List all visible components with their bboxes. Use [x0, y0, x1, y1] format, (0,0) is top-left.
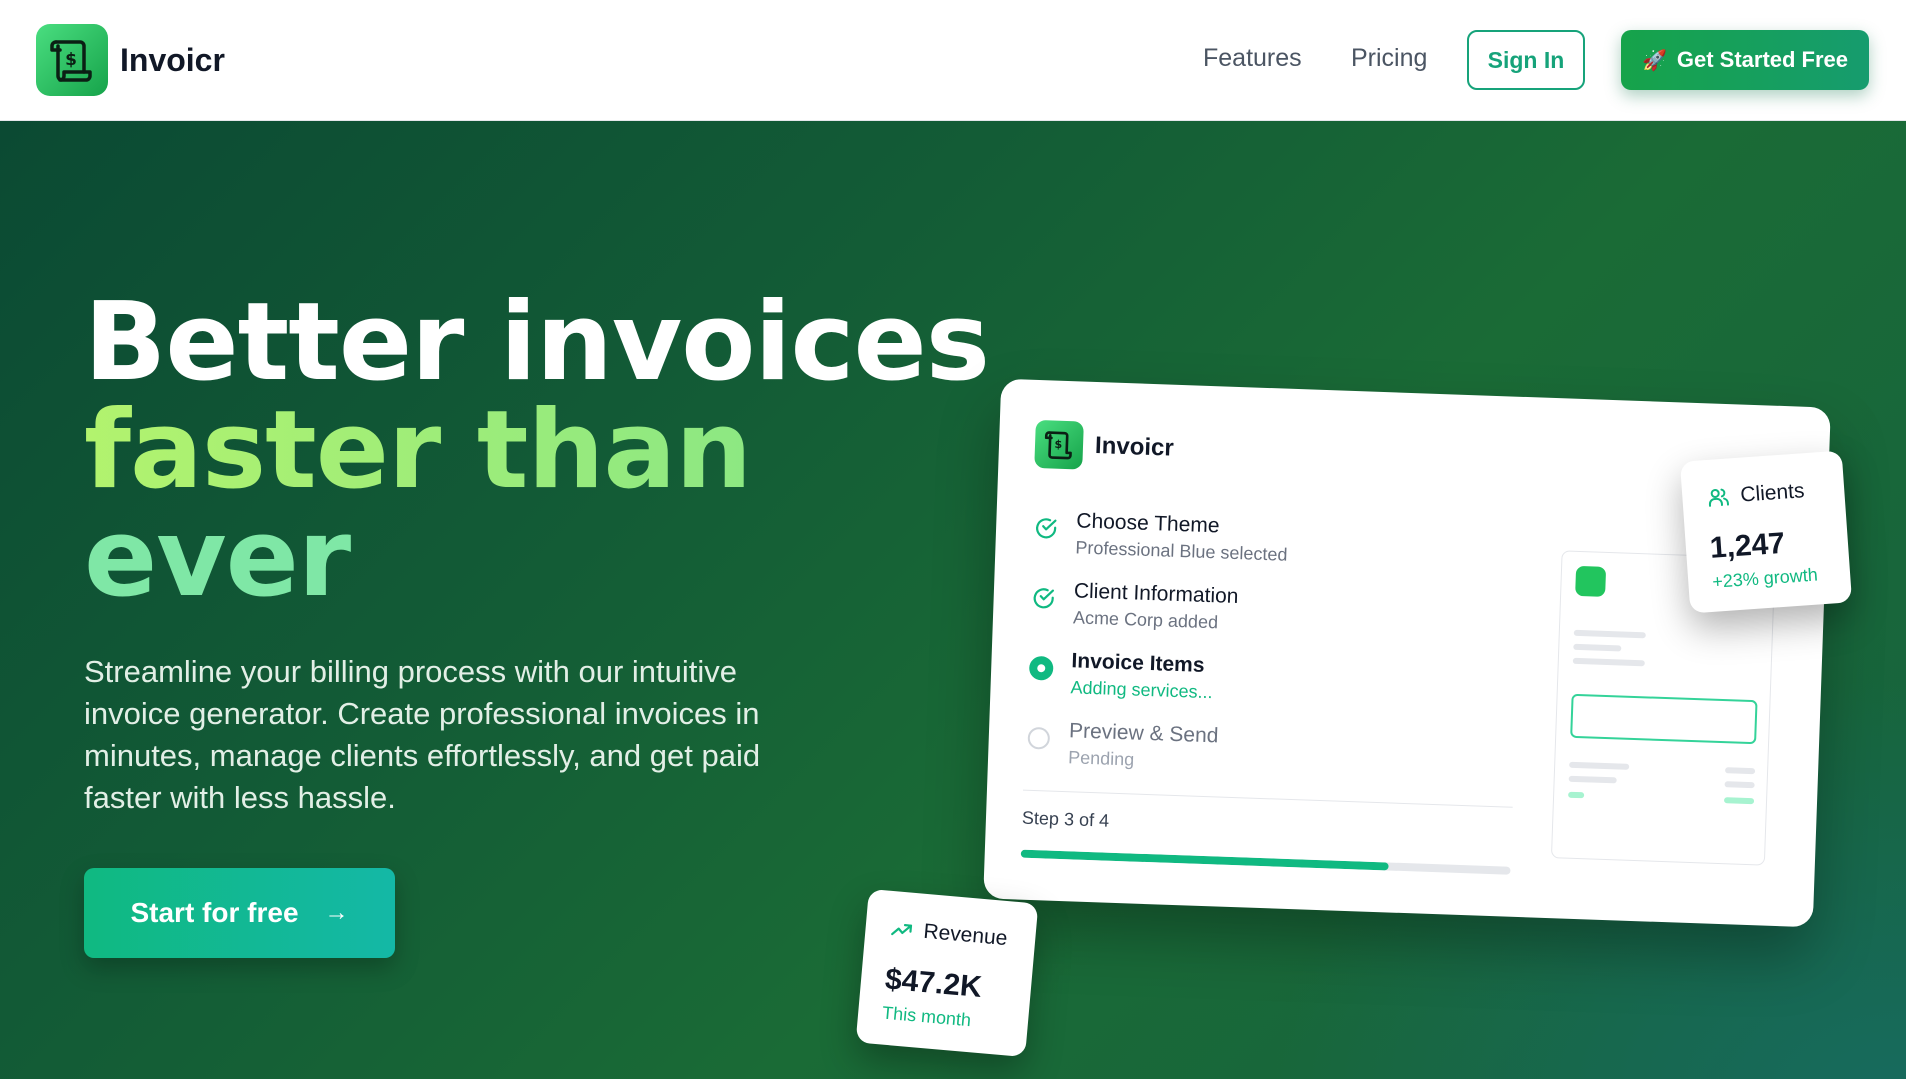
- svg-text:$: $: [65, 50, 77, 70]
- hero-subtitle: Streamline your billing process with our…: [84, 654, 761, 815]
- preview-line: [1724, 767, 1756, 775]
- step-preview-send: Preview & Send Pending: [1024, 718, 1219, 774]
- nav-link-pricing[interactable]: Pricing: [1351, 44, 1427, 73]
- mockup-brand: $ Invoicr: [1034, 419, 1175, 473]
- preview-line: [1724, 781, 1755, 789]
- start-for-free-label: Start for free: [130, 897, 299, 928]
- step-choose-theme: Choose Theme Professional Blue selected: [1031, 508, 1289, 566]
- get-started-label: Get Started Free: [1676, 47, 1849, 72]
- invoice-scroll-icon: $: [1034, 419, 1084, 470]
- divider: [1022, 789, 1513, 808]
- step-status: Acme Corp added: [1072, 607, 1219, 633]
- revenue-stat-card: Revenue $47.2K This month: [855, 888, 1039, 1058]
- headline-line-3: ever: [84, 496, 351, 621]
- users-icon: [1706, 484, 1732, 510]
- step-client-information: Client Information Acme Corp added: [1029, 578, 1239, 634]
- step-invoice-items: Invoice Items Adding services...: [1026, 648, 1214, 703]
- revenue-value: $47.2K: [883, 962, 984, 1005]
- brand[interactable]: $ Invoicr: [36, 24, 225, 96]
- preview-line: [1568, 775, 1617, 784]
- step-status: Adding services...: [1070, 677, 1213, 703]
- svg-text:$: $: [1054, 438, 1062, 451]
- step-title: Preview & Send: [1068, 719, 1219, 748]
- trending-up-icon: [889, 917, 915, 943]
- hero-section: Better invoices faster than ever Streaml…: [0, 121, 1906, 1079]
- invoice-scroll-icon: $: [36, 24, 108, 96]
- preview-logo: [1575, 565, 1607, 597]
- clients-stat-header: Clients: [1706, 479, 1806, 510]
- clients-growth: +23% growth: [1711, 564, 1819, 592]
- mockup-brand-name: Invoicr: [1094, 431, 1175, 462]
- arrow-right-icon: →: [324, 899, 349, 926]
- step-title: Invoice Items: [1071, 649, 1205, 677]
- clients-value: 1,247: [1708, 526, 1787, 565]
- preview-line: [1573, 629, 1646, 639]
- hero-headline: Better invoices faster than ever: [84, 280, 990, 621]
- nav-link-features[interactable]: Features: [1203, 44, 1302, 73]
- step-status: Pending: [1067, 747, 1135, 770]
- empty-circle-icon: [1024, 724, 1053, 753]
- headline-line-1: Better invoices: [84, 280, 990, 405]
- check-circle-icon: [1029, 584, 1058, 613]
- clients-stat-card: Clients 1,247 +23% growth: [1679, 450, 1853, 614]
- progress-fill: [1020, 849, 1389, 871]
- get-started-button[interactable]: 🚀 Get Started Free: [1621, 30, 1869, 90]
- step-title: Client Information: [1073, 579, 1239, 609]
- preview-line: [1572, 657, 1645, 667]
- brand-name: Invoicr: [120, 41, 225, 78]
- revenue-period: This month: [881, 1002, 972, 1031]
- active-step-dot-icon: [1027, 654, 1056, 683]
- revenue-stat-header: Revenue: [889, 917, 1009, 951]
- revenue-label: Revenue: [922, 919, 1009, 951]
- start-for-free-button[interactable]: Start for free →: [84, 868, 395, 958]
- step-status: Professional Blue selected: [1075, 537, 1288, 565]
- step-counter: Step 3 of 4: [1021, 807, 1110, 831]
- preview-items-box: [1570, 693, 1758, 745]
- sign-in-button[interactable]: Sign In: [1467, 30, 1585, 90]
- top-navbar: $ Invoicr Features Pricing Sign In 🚀 Get…: [0, 0, 1906, 121]
- preview-line: [1569, 761, 1630, 770]
- headline-line-2: faster than: [84, 397, 989, 505]
- progress-bar: [1020, 849, 1511, 875]
- preview-total-line: [1568, 791, 1585, 799]
- preview-total-line: [1723, 797, 1755, 805]
- preview-line: [1573, 643, 1622, 652]
- check-circle-icon: [1032, 514, 1061, 543]
- clients-label: Clients: [1739, 479, 1806, 507]
- rocket-icon: 🚀: [1641, 49, 1667, 72]
- step-title: Choose Theme: [1076, 509, 1220, 538]
